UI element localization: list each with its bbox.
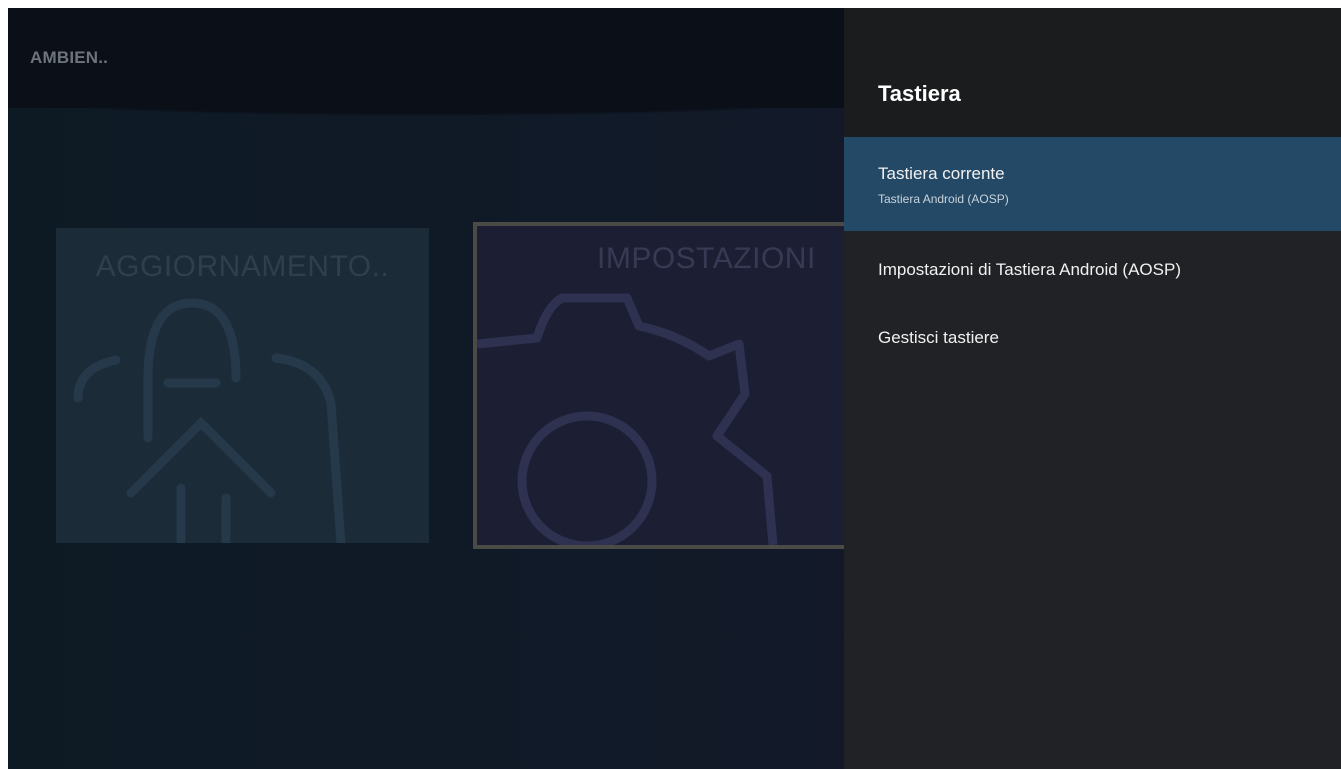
menu-item-label: Impostazioni di Tastiera Android (AOSP) (878, 260, 1181, 279)
panel-header: Tastiera (844, 8, 1341, 137)
menu-item-label: Tastiera corrente (878, 164, 1005, 183)
tile-settings-label: IMPOSTAZIONI (597, 242, 816, 275)
background-header: AMBIEN.. (8, 8, 844, 116)
menu-item-manage-keyboards[interactable]: Gestisci tastiere (844, 312, 1341, 367)
keyboard-settings-panel: Tastiera Tastiera corrente Tastiera Andr… (844, 8, 1341, 769)
tile-update-label: AGGIORNAMENTO.. (95, 250, 390, 283)
panel-title: Tastiera (878, 81, 961, 106)
tile-update[interactable]: AGGIORNAMENTO.. (56, 228, 429, 543)
menu-item-current-keyboard[interactable]: Tastiera corrente Tastiera Android (AOSP… (844, 137, 1341, 231)
app-title: AMBIEN.. (30, 48, 109, 67)
menu-item-sublabel: Tastiera Android (AOSP) (878, 192, 1009, 206)
background-app: AMBIEN.. AGGIORNAMENTO.. IMPOSTAZIONI (8, 8, 844, 769)
tv-screen: AMBIEN.. AGGIORNAMENTO.. IMPOSTAZIONI Ta… (8, 8, 1341, 769)
menu-item-label: Gestisci tastiere (878, 328, 999, 347)
tile-settings[interactable]: IMPOSTAZIONI (473, 222, 844, 549)
menu-item-keyboard-settings[interactable]: Impostazioni di Tastiera Android (AOSP) (844, 244, 1341, 299)
